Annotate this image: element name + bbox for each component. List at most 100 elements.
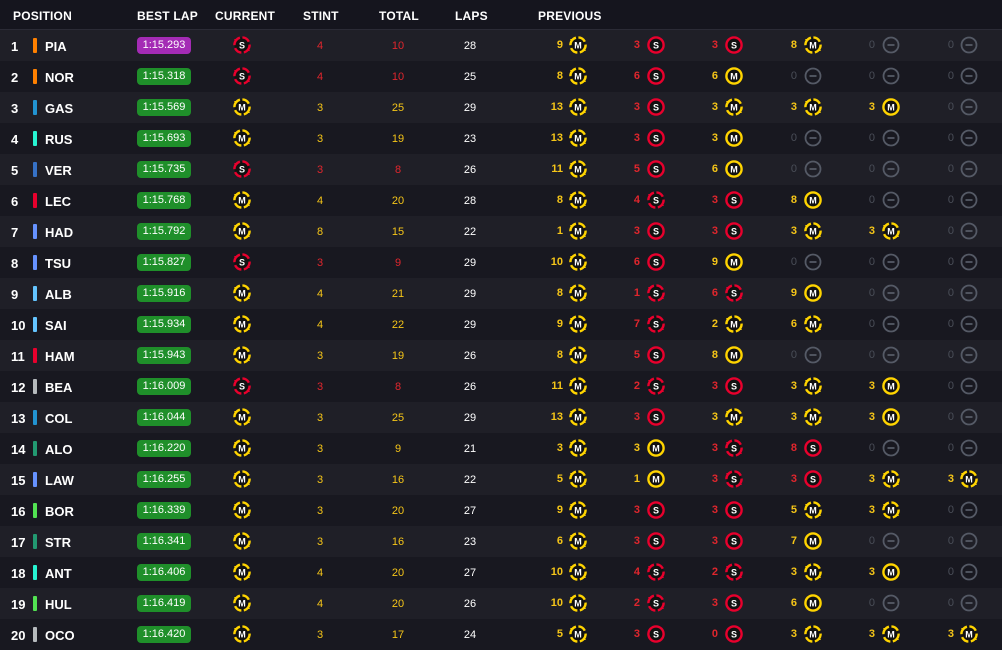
driver-code[interactable]: GAS	[45, 101, 73, 116]
table-row[interactable]: 16 BOR 1:16.339 M 3 20 27 9 M 3 S 3 S 5 M 3 M 0	[0, 495, 1002, 526]
header-laps[interactable]: LAPS	[455, 9, 488, 23]
driver-code[interactable]: OCO	[45, 628, 75, 643]
previous-stint-laps: 3	[711, 504, 718, 516]
stint-laps: 3	[316, 102, 324, 114]
driver-code[interactable]: SAI	[45, 318, 67, 333]
driver-code[interactable]: ALB	[45, 287, 72, 302]
stint-laps: 3	[316, 536, 324, 548]
driver-code[interactable]: BOR	[45, 504, 74, 519]
previous-empty-tyre-icon	[881, 345, 901, 365]
driver-code[interactable]: TSU	[45, 256, 71, 271]
driver-code[interactable]: PIA	[45, 39, 67, 54]
svg-text:M: M	[887, 629, 895, 639]
previous-stint-laps: 8	[711, 349, 718, 361]
table-row[interactable]: 8 TSU 1:15.827 S 3 9 29 10 M 6 S 9 M 0 0 0	[0, 247, 1002, 278]
svg-text:M: M	[887, 102, 895, 112]
current-medium-tyre-icon: M	[232, 97, 252, 117]
driver-code[interactable]: ALO	[45, 442, 72, 457]
previous-stint-laps: 0	[790, 70, 797, 82]
driver-code[interactable]: LEC	[45, 194, 71, 209]
previous-medium-tyre-icon: M	[646, 438, 666, 458]
header-current[interactable]: CURRENT	[215, 9, 275, 23]
previous-medium-tyre-icon: M	[881, 562, 901, 582]
table-row[interactable]: 2 NOR 1:15.318 S 4 10 25 8 M 6 S 6 M 0 0 0	[0, 61, 1002, 92]
team-color-bar	[33, 472, 37, 487]
header-position[interactable]: POSITION	[13, 9, 72, 23]
table-row[interactable]: 18 ANT 1:16.406 M 4 20 27 10 M 4 S 2 S 3 M 3 M 0	[0, 557, 1002, 588]
laps-count: 21	[463, 443, 477, 455]
driver-code[interactable]: VER	[45, 163, 72, 178]
table-row[interactable]: 1 PIA 1:15.293 S 4 10 28 9 M 3 S 3 S 8 M 0 0	[0, 30, 1002, 61]
driver-code[interactable]: RUS	[45, 132, 72, 147]
driver-code[interactable]: ANT	[45, 566, 72, 581]
previous-stint-laps: 3	[633, 535, 640, 547]
table-row[interactable]: 5 VER 1:15.735 S 3 8 26 11 M 5 S 6 M 0 0 0	[0, 154, 1002, 185]
previous-medium-tyre-icon: M	[803, 407, 823, 427]
previous-medium-tyre-icon: M	[803, 221, 823, 241]
table-row[interactable]: 3 GAS 1:15.569 M 3 25 29 13 M 3 S 3 M 3 M 3 M 0	[0, 92, 1002, 123]
driver-code[interactable]: LAW	[45, 473, 74, 488]
previous-empty-tyre-icon	[881, 128, 901, 148]
svg-text:M: M	[574, 319, 582, 329]
previous-medium-tyre-icon: M	[881, 221, 901, 241]
previous-medium-tyre-icon: M	[568, 159, 588, 179]
table-row[interactable]: 9 ALB 1:15.916 M 4 21 29 8 M 1 S 6 S 9 M 0 0	[0, 278, 1002, 309]
previous-stint-laps: 3	[868, 380, 875, 392]
driver-code[interactable]: BEA	[45, 380, 72, 395]
table-row[interactable]: 13 COL 1:16.044 M 3 25 29 13 M 3 S 3 M 3 M 3 M 0	[0, 402, 1002, 433]
svg-text:S: S	[653, 381, 659, 391]
previous-stint-laps: 6	[711, 287, 718, 299]
previous-stint-laps: 0	[868, 597, 875, 609]
driver-code[interactable]: COL	[45, 411, 72, 426]
svg-text:M: M	[887, 567, 895, 577]
table-row[interactable]: 6 LEC 1:15.768 M 4 20 28 8 M 4 S 3 S 8 M 0 0	[0, 185, 1002, 216]
previous-medium-tyre-icon: M	[881, 500, 901, 520]
previous-stint-laps: 10	[550, 256, 563, 268]
previous-medium-tyre-icon: M	[803, 500, 823, 520]
driver-code[interactable]: HAD	[45, 225, 73, 240]
table-row[interactable]: 15 LAW 1:16.255 M 3 16 22 5 M 1 M 3 S 3 S 3 M 3 M	[0, 464, 1002, 495]
table-row[interactable]: 4 RUS 1:15.693 M 3 19 23 13 M 3 S 3 M 0 0 0	[0, 123, 1002, 154]
header-previous[interactable]: PREVIOUS	[538, 9, 602, 23]
table-row[interactable]: 17 STR 1:16.341 M 3 16 23 6 M 3 S 3 S 7 M 0 0	[0, 526, 1002, 557]
previous-stint-laps: 0	[947, 256, 954, 268]
table-row[interactable]: 19 HUL 1:16.419 M 4 20 26 10 M 2 S 3 S 6 M 0 0	[0, 588, 1002, 619]
table-row[interactable]: 12 BEA 1:16.009 S 3 8 26 11 M 2 S 3 S 3 M 3 M 0	[0, 371, 1002, 402]
svg-text:M: M	[238, 102, 246, 112]
svg-text:M: M	[574, 629, 582, 639]
previous-medium-tyre-icon: M	[724, 345, 744, 365]
previous-stint-laps: 3	[711, 442, 718, 454]
header-stint[interactable]: STINT	[303, 9, 339, 23]
current-medium-tyre-icon: M	[232, 345, 252, 365]
driver-code[interactable]: HAM	[45, 349, 75, 364]
best-lap-time: 1:15.827	[137, 254, 191, 271]
driver-code[interactable]: STR	[45, 535, 71, 550]
previous-stint-laps: 0	[947, 349, 954, 361]
current-medium-tyre-icon: M	[232, 531, 252, 551]
table-row[interactable]: 11 HAM 1:15.943 M 3 19 26 8 M 5 S 8 M 0 0 0	[0, 340, 1002, 371]
table-row[interactable]: 10 SAI 1:15.934 M 4 22 29 9 M 7 S 2 M 6 M 0 0	[0, 309, 1002, 340]
total-laps: 16	[391, 474, 405, 486]
previous-empty-tyre-icon	[803, 66, 823, 86]
table-row[interactable]: 20 OCO 1:16.420 M 3 17 24 5 M 3 S 0 S 3 M 3 M 3 M	[0, 619, 1002, 650]
svg-text:M: M	[730, 319, 738, 329]
stint-laps: 3	[316, 474, 324, 486]
driver-code[interactable]: NOR	[45, 70, 74, 85]
previous-medium-tyre-icon: M	[568, 376, 588, 396]
driver-code[interactable]: HUL	[45, 597, 72, 612]
previous-soft-tyre-icon: S	[646, 221, 666, 241]
table-row[interactable]: 14 ALO 1:16.220 M 3 9 21 3 M 3 M 3 S 8 S 0 0	[0, 433, 1002, 464]
previous-stint-laps: 0	[868, 349, 875, 361]
header-total[interactable]: TOTAL	[379, 9, 419, 23]
header-best-lap[interactable]: BEST LAP	[137, 9, 198, 23]
svg-text:M: M	[809, 319, 817, 329]
previous-stint-laps: 3	[633, 39, 640, 51]
current-medium-tyre-icon: M	[232, 469, 252, 489]
svg-text:S: S	[653, 164, 659, 174]
table-row[interactable]: 7 HAD 1:15.792 M 8 15 22 1 M 3 S 3 S 3 M 3 M 0	[0, 216, 1002, 247]
svg-text:S: S	[653, 71, 659, 81]
total-laps: 9	[394, 257, 402, 269]
previous-stint-laps: 3	[868, 225, 875, 237]
svg-text:S: S	[653, 598, 659, 608]
svg-text:M: M	[887, 412, 895, 422]
